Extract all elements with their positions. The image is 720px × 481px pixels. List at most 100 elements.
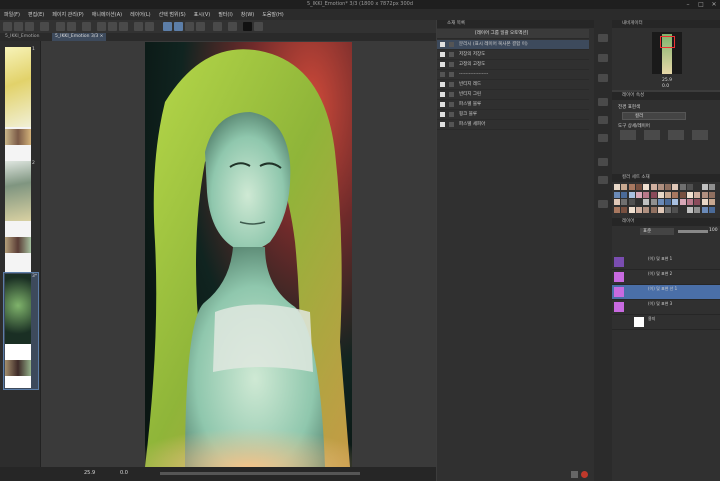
color-swatch[interactable] (614, 184, 620, 190)
color-swatch[interactable] (643, 191, 650, 198)
row-checkbox[interactable] (440, 52, 445, 57)
maximize-button[interactable]: □ (695, 0, 707, 9)
menu-edit[interactable]: 편집(E) (24, 11, 48, 18)
color-swatch[interactable] (687, 199, 693, 205)
color-swatch[interactable] (708, 206, 715, 213)
brush-tool-icon[interactable] (185, 22, 194, 31)
material-row[interactable]: ------------------ (437, 70, 589, 80)
color-swatch[interactable] (635, 184, 642, 190)
layer-row[interactable]: (이) 및 표현 3 (612, 300, 720, 315)
navigator-preview[interactable] (652, 32, 682, 74)
material-row[interactable]: 파스텔 블루 (437, 100, 589, 110)
color-swatch[interactable] (694, 199, 701, 205)
layer-row-selected[interactable]: (이) 및 표현 선 1 (612, 285, 720, 300)
page-thumbnail-3[interactable] (5, 274, 31, 388)
row-checkbox[interactable] (440, 122, 445, 127)
row-checkbox[interactable] (440, 42, 445, 47)
color-swatch[interactable] (665, 191, 672, 198)
color-swatch[interactable] (621, 199, 628, 205)
row-checkbox[interactable] (440, 102, 445, 107)
material-row[interactable]: 저장의 저장도 (437, 50, 589, 60)
color-icon[interactable] (243, 22, 252, 31)
color-swatch[interactable] (687, 191, 693, 198)
menu-view[interactable]: 표시(V) (190, 11, 215, 18)
layer-row[interactable]: 용지 (612, 315, 720, 330)
material-row[interactable]: [레이어 그룹 일괄 오토액션] (437, 29, 589, 39)
color-swatch[interactable] (701, 199, 708, 205)
color-swatch[interactable] (635, 199, 642, 205)
pencil-tool-icon[interactable] (174, 22, 183, 31)
transform-icon[interactable] (119, 22, 128, 31)
history-icon[interactable] (598, 176, 608, 184)
menu-window[interactable]: 창(W) (237, 11, 258, 18)
settings-icon[interactable] (82, 22, 91, 31)
color-wheel-icon[interactable] (598, 116, 608, 124)
play-icon[interactable] (571, 471, 578, 478)
color-swatch[interactable] (694, 191, 701, 198)
color-swatch[interactable] (650, 199, 657, 205)
record-icon[interactable] (581, 471, 588, 478)
color-swatch[interactable] (643, 199, 650, 205)
color-swatch[interactable] (672, 184, 679, 190)
navigator-icon[interactable] (598, 34, 608, 42)
row-checkbox-2[interactable] (449, 52, 454, 57)
page-thumbnail-2[interactable] (5, 161, 31, 275)
color-swatch-grid[interactable] (614, 184, 718, 216)
material-row[interactable]: 빈티지 레드 (437, 80, 589, 90)
color-swatch[interactable] (679, 206, 686, 213)
color-swatch[interactable] (635, 206, 642, 213)
clear-icon[interactable] (97, 22, 106, 31)
row-checkbox[interactable] (440, 82, 445, 87)
close-window-button[interactable]: ✕ (708, 0, 720, 9)
color-swatch[interactable] (687, 206, 693, 213)
row-checkbox[interactable] (440, 72, 445, 77)
color-swatch[interactable] (621, 191, 628, 198)
deselect-icon[interactable] (134, 22, 143, 31)
color-swatch[interactable] (679, 184, 686, 190)
color-swatch[interactable] (628, 206, 635, 213)
redo-icon[interactable] (67, 22, 76, 31)
row-checkbox-2[interactable] (449, 112, 454, 117)
material-row[interactable]: 분리시 (표시 레이어 복사본 결합 이) (437, 40, 589, 50)
row-checkbox[interactable] (440, 92, 445, 97)
color-swatch[interactable] (657, 199, 664, 205)
open-file-icon[interactable] (14, 22, 23, 31)
color-swatch[interactable] (687, 184, 693, 190)
color-swatch[interactable] (708, 184, 715, 190)
color-swatch[interactable] (672, 206, 679, 213)
material-row[interactable]: 빈티지 그린 (437, 90, 589, 100)
layer-color-icon[interactable] (620, 130, 636, 140)
color-swatch[interactable] (628, 191, 635, 198)
color-swatch[interactable] (614, 206, 620, 213)
color-swatch[interactable] (708, 199, 715, 205)
color-swatch[interactable] (665, 206, 672, 213)
color-swatch[interactable] (657, 191, 664, 198)
color-swatch[interactable] (701, 206, 708, 213)
row-checkbox-2[interactable] (449, 42, 454, 47)
color-swatch[interactable] (679, 191, 686, 198)
color-swatch[interactable] (694, 206, 701, 213)
eraser-tool-icon[interactable] (196, 22, 205, 31)
invert-selection-icon[interactable] (145, 22, 154, 31)
page-manager-tab[interactable]: 5_IKKI_Emotion (2, 33, 43, 41)
color-swatch[interactable] (621, 184, 628, 190)
color-swatch[interactable] (635, 191, 642, 198)
color-swatch[interactable] (701, 184, 708, 190)
ruler-icon[interactable] (213, 22, 222, 31)
layer-mask-icon[interactable] (644, 130, 660, 140)
color-swatch[interactable] (621, 206, 628, 213)
color-swatch[interactable] (643, 206, 650, 213)
canvas-scrollbar[interactable] (160, 472, 360, 475)
color-slider-icon[interactable] (598, 134, 608, 142)
color-swatch[interactable] (657, 206, 664, 213)
color-swatch[interactable] (657, 184, 664, 190)
opacity-slider[interactable] (678, 230, 708, 233)
subtool-icon[interactable] (598, 54, 608, 62)
material-icon[interactable] (598, 200, 608, 208)
color-swatch[interactable] (665, 184, 672, 190)
color-swatch[interactable] (694, 184, 701, 190)
color-swatch[interactable] (672, 191, 679, 198)
save-icon[interactable] (25, 22, 34, 31)
color-swatch[interactable] (614, 191, 620, 198)
row-checkbox-2[interactable] (449, 62, 454, 67)
